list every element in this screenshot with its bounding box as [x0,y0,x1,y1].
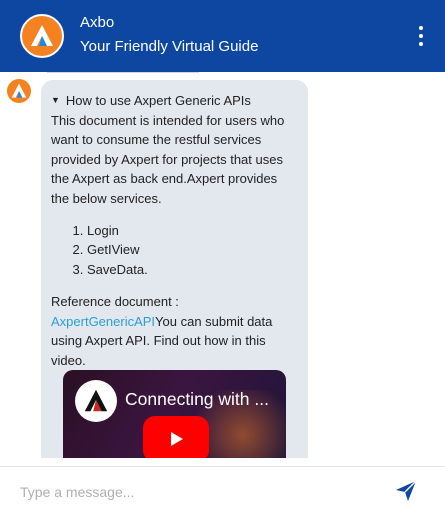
message-composer [0,466,445,516]
bot-message-bubble: ▼ How to use Axpert Generic APIs This do… [41,80,308,458]
message-divider [47,72,199,73]
video-title: Connecting with ... [125,389,269,409]
video-embed[interactable]: Connecting with ... [63,370,286,458]
chat-header: Axbo Your Friendly Virtual Guide [0,0,445,72]
bot-subtitle: Your Friendly Virtual Guide [80,38,259,55]
play-icon[interactable] [143,416,209,458]
menu-dot [419,26,423,30]
reference-label: Reference document : [51,293,179,309]
channel-logo-icon [75,380,117,422]
disclosure-triangle-icon: ▼ [51,95,60,105]
details-summary-label: How to use Axpert Generic APIs [65,93,251,108]
send-icon[interactable] [394,479,418,503]
services-list: Login GetIView SaveData. [51,221,298,280]
reference-link[interactable]: AxpertGenericAPI [51,314,155,329]
axbo-logo-icon [20,14,64,58]
more-vertical-icon[interactable] [417,26,425,46]
reference-block: Reference document : AxpertGenericAPIYou… [51,292,298,370]
menu-dot [419,34,423,38]
list-item: Login [87,221,298,241]
bot-avatar-icon [6,78,32,104]
chat-messages[interactable]: ▼ How to use Axpert Generic APIs This do… [0,72,445,458]
details-summary[interactable]: ▼ How to use Axpert Generic APIs [51,91,298,111]
menu-dot [419,42,423,46]
message-input[interactable] [20,477,370,507]
list-item: GetIView [87,240,298,260]
list-item: SaveData. [87,260,298,280]
bot-name: Axbo [80,14,115,31]
header-titles: Axbo Your Friendly Virtual Guide [80,13,258,59]
message-intro: This document is intended for users who … [51,112,285,206]
